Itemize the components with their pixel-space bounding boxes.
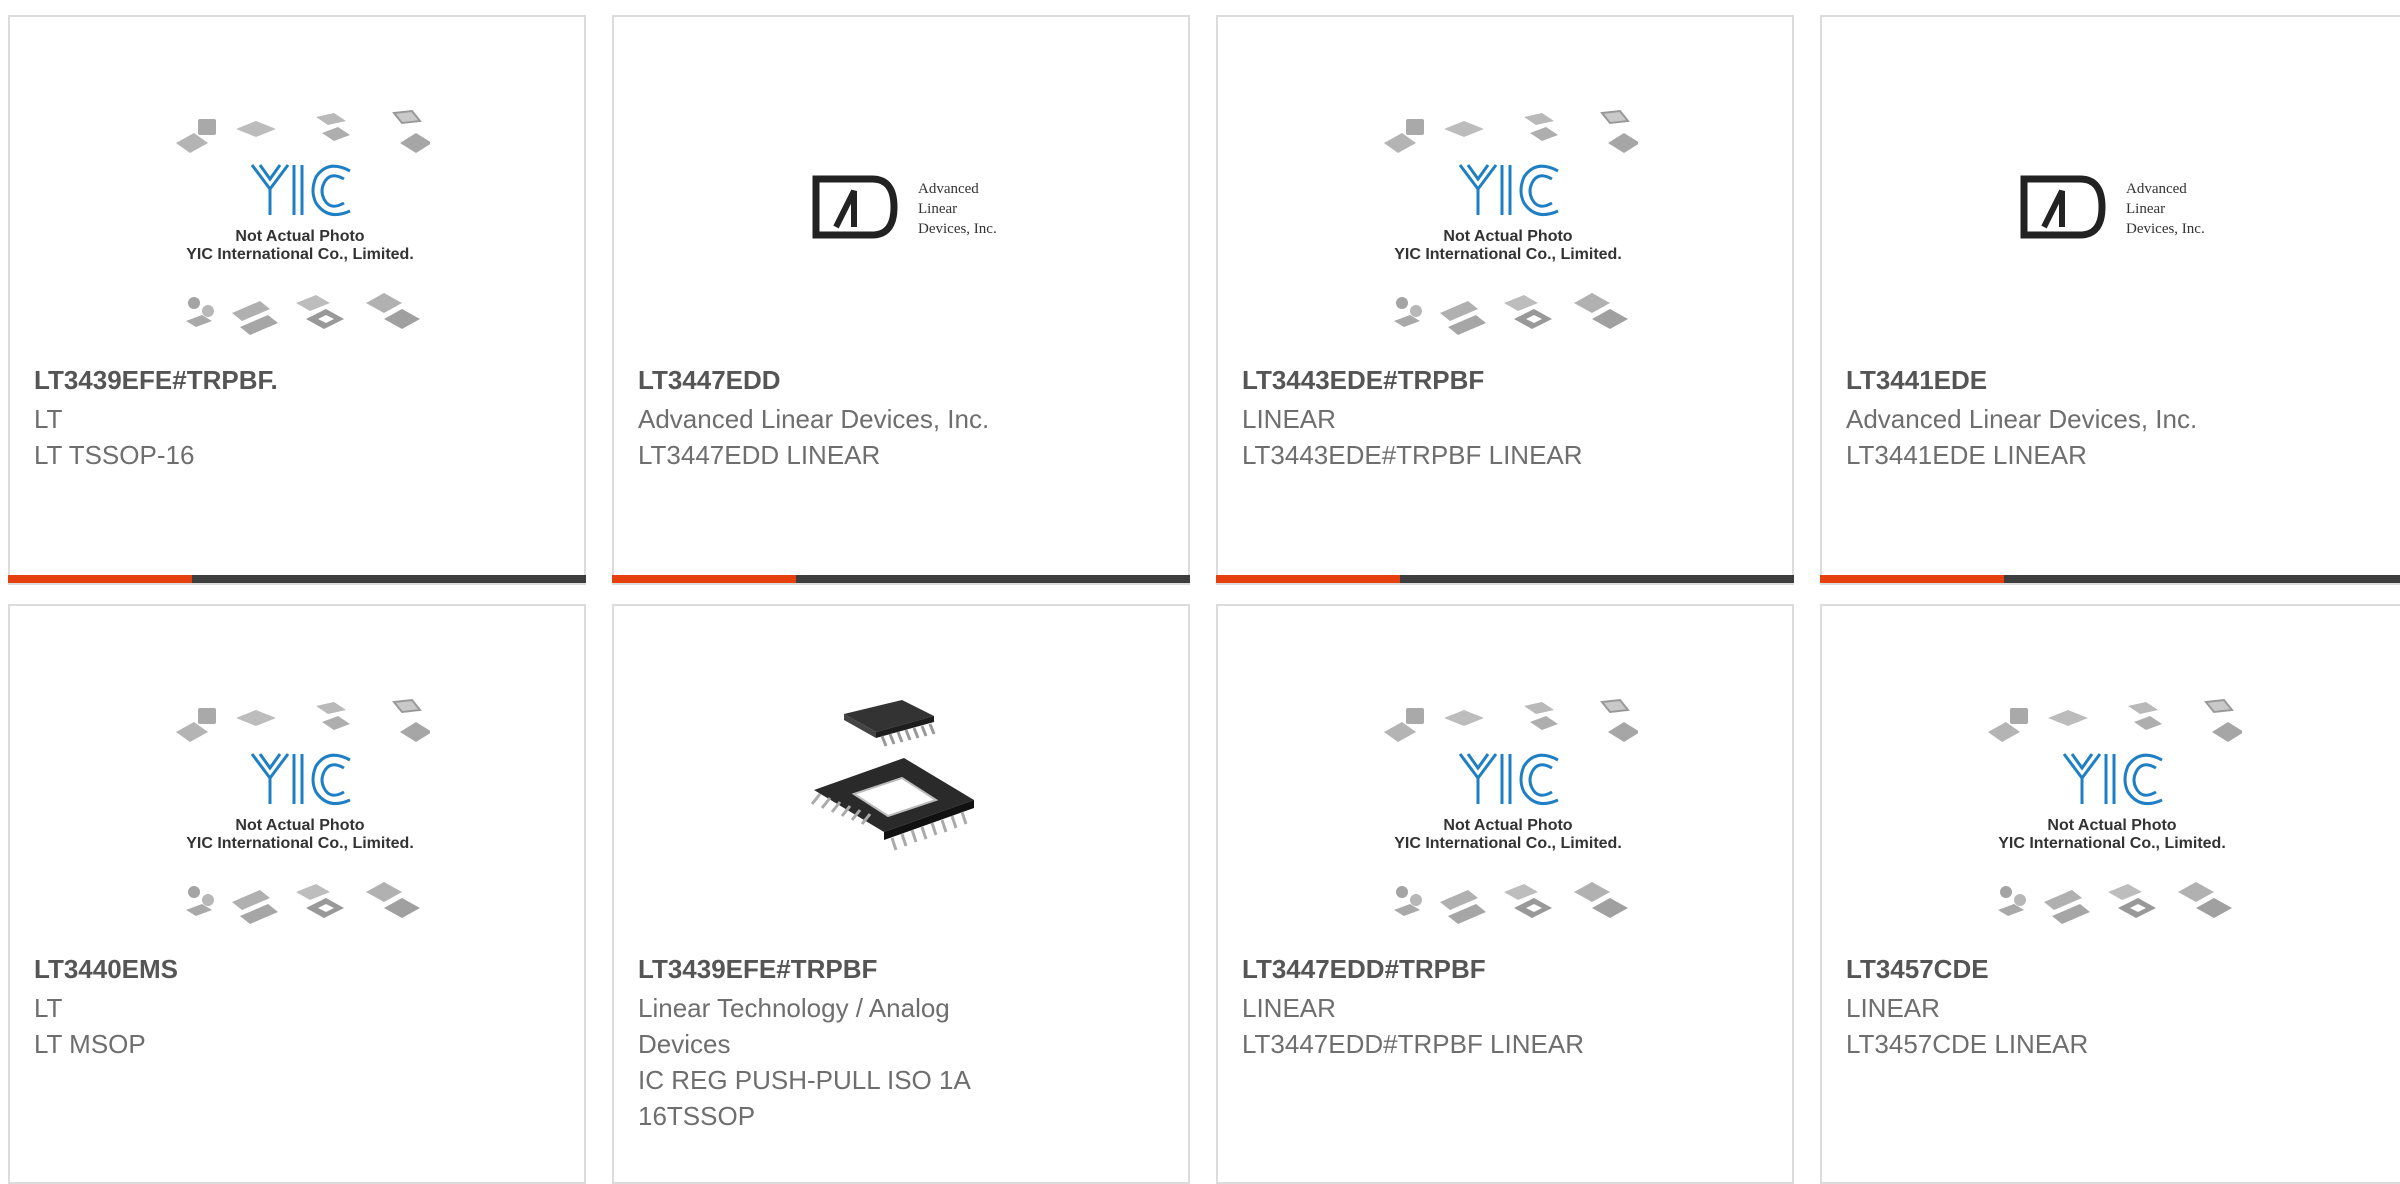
placeholder-company: YIC International Co., Limited. [1394, 246, 1622, 263]
placeholder-company: YIC International Co., Limited. [1998, 835, 2226, 852]
part-number[interactable]: LT3441EDE [1846, 365, 1987, 396]
svg-text:Devices, Inc.: Devices, Inc. [2126, 221, 2205, 237]
card-bottom-bar [1216, 575, 1794, 583]
product-image: Not Actual Photo YIC International Co., … [1378, 686, 1638, 926]
manufacturer: LT [34, 404, 63, 434]
product-card[interactable]: Not Actual Photo YIC International Co., … [1820, 604, 2400, 1184]
svg-text:Advanced: Advanced [918, 181, 979, 197]
part-number[interactable]: LT3447EDD [638, 365, 781, 396]
manufacturer: Linear Technology / Analog Devices [638, 993, 950, 1059]
ald-logo-icon: Advanced Linear Devices, Inc. [812, 175, 997, 239]
manufacturer: LT [34, 993, 63, 1023]
product-image: Advanced Linear Devices, Inc. [774, 97, 1034, 337]
product-image [774, 686, 1034, 926]
product-image: Advanced Linear Devices, Inc. [1982, 97, 2242, 337]
description: LT MSOP [34, 1029, 146, 1059]
description: IC REG PUSH-PULL ISO 1A 16TSSOP [638, 1065, 970, 1131]
product-image: Not Actual Photo YIC International Co., … [170, 686, 430, 926]
placeholder-text: Not Actual Photo [235, 228, 364, 245]
product-card[interactable]: Not Actual Photo YIC International Co., … [1216, 604, 1794, 1184]
description: LT3447EDD#TRPBF LINEAR [1242, 1029, 1584, 1059]
manufacturer: LINEAR [1242, 993, 1336, 1023]
placeholder-text: Not Actual Photo [1443, 228, 1572, 245]
placeholder-company: YIC International Co., Limited. [186, 835, 414, 852]
description: LT3441EDE LINEAR [1846, 440, 2087, 470]
placeholder-company: YIC International Co., Limited. [186, 246, 414, 263]
manufacturer: Advanced Linear Devices, Inc. [638, 404, 990, 434]
product-card[interactable]: Not Actual Photo YIC International Co., … [8, 15, 586, 585]
part-number[interactable]: LT3457CDE [1846, 954, 1989, 985]
manufacturer: LINEAR [1846, 993, 1940, 1023]
placeholder-company: YIC International Co., Limited. [1394, 835, 1622, 852]
part-number[interactable]: LT3439EFE#TRPBF [638, 954, 877, 985]
manufacturer: LINEAR [1242, 404, 1336, 434]
ald-logo-icon: Advanced Linear Devices, Inc. [2020, 175, 2205, 239]
part-number[interactable]: LT3443EDE#TRPBF [1242, 365, 1484, 396]
product-image: Not Actual Photo YIC International Co., … [1982, 686, 2242, 926]
part-number[interactable]: LT3440EMS [34, 954, 178, 985]
placeholder-text: Not Actual Photo [2047, 817, 2176, 834]
description: LT3443EDE#TRPBF LINEAR [1242, 440, 1583, 470]
product-image: Not Actual Photo YIC International Co., … [1378, 97, 1638, 337]
card-bottom-bar [1820, 575, 2400, 583]
product-card[interactable]: Advanced Linear Devices, Inc. LT3441EDE … [1820, 15, 2400, 585]
product-card[interactable]: Not Actual Photo YIC International Co., … [1216, 15, 1794, 585]
svg-text:Linear: Linear [918, 201, 957, 217]
description: LT3447EDD LINEAR [638, 440, 881, 470]
card-bottom-bar [8, 575, 586, 583]
description: LT3457CDE LINEAR [1846, 1029, 2089, 1059]
description: LT TSSOP-16 [34, 440, 195, 470]
svg-text:Advanced: Advanced [2126, 181, 2187, 197]
placeholder-text: Not Actual Photo [235, 817, 364, 834]
product-card[interactable]: Not Actual Photo YIC International Co., … [8, 604, 586, 1184]
product-card[interactable]: LT3439EFE#TRPBF Linear Technology / Anal… [612, 604, 1190, 1184]
placeholder-text: Not Actual Photo [1443, 817, 1572, 834]
card-bottom-bar [612, 575, 1190, 583]
svg-text:Linear: Linear [2126, 201, 2165, 217]
product-image: Not Actual Photo YIC International Co., … [170, 97, 430, 337]
manufacturer: Advanced Linear Devices, Inc. [1846, 404, 2198, 434]
part-number[interactable]: LT3447EDD#TRPBF [1242, 954, 1486, 985]
product-card[interactable]: Advanced Linear Devices, Inc. LT3447EDD … [612, 15, 1190, 585]
part-number[interactable]: LT3439EFE#TRPBF. [34, 365, 278, 396]
svg-text:Devices, Inc.: Devices, Inc. [918, 221, 997, 237]
tssop-chip-icon [810, 700, 974, 851]
